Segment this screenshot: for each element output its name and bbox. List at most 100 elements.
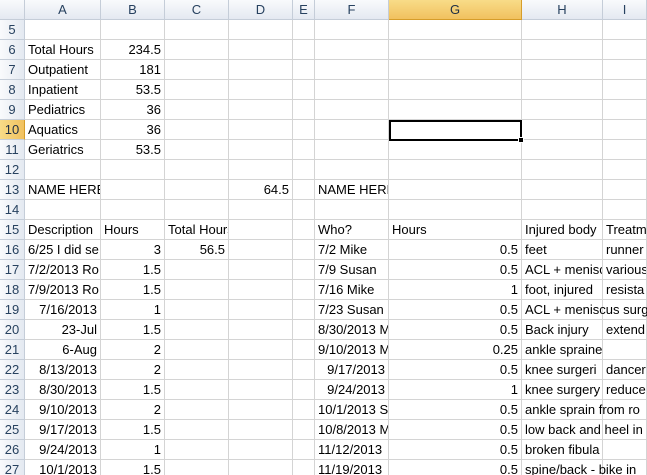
row-header-27[interactable]: 27 — [0, 460, 25, 475]
cell-g26[interactable]: 0.5 — [389, 440, 521, 459]
cell-c16[interactable]: 56.5 — [165, 240, 228, 259]
cell-b23[interactable]: 1.5 — [101, 380, 164, 399]
row-header-17[interactable]: 17 — [0, 260, 25, 280]
cell-f16[interactable]: 7/2 Mike — [315, 240, 388, 259]
row-header-18[interactable]: 18 — [0, 280, 25, 300]
cell-a13[interactable]: NAME HERE — [25, 180, 100, 199]
cell-a11[interactable]: Geriatrics — [25, 140, 100, 159]
row-header-25[interactable]: 25 — [0, 420, 25, 440]
row-header-12[interactable]: 12 — [0, 160, 25, 180]
spreadsheet-grid[interactable]: Total Hours 234.5 Outpatient 181 Inpatient 53… — [0, 0, 647, 475]
cell-b16[interactable]: 3 — [101, 240, 164, 259]
cell-h22[interactable]: knee surgeri — [522, 360, 602, 379]
cell-b21[interactable]: 2 — [101, 340, 164, 359]
row-header-11[interactable]: 11 — [0, 140, 25, 160]
fill-handle[interactable] — [518, 137, 524, 143]
row-header-15[interactable]: 15 — [0, 220, 25, 240]
cell-f20[interactable]: 8/30/2013 M — [315, 320, 388, 339]
cell-a19[interactable]: 7/16/2013 — [25, 300, 100, 319]
cell-f25[interactable]: 10/8/2013 M — [315, 420, 388, 439]
cell-b18[interactable]: 1.5 — [101, 280, 164, 299]
cell-i17[interactable]: various — [603, 260, 646, 279]
cell-f23[interactable]: 9/24/2013 — [315, 380, 388, 399]
row-header-24[interactable]: 24 — [0, 400, 25, 420]
cell-g25[interactable]: 0.5 — [389, 420, 521, 439]
cell-g21[interactable]: 0.25 — [389, 340, 521, 359]
cell-f26[interactable]: 11/12/2013 — [315, 440, 388, 459]
cell-c15[interactable]: Total Hours — [165, 220, 228, 239]
cell-a21[interactable]: 6-Aug — [25, 340, 100, 359]
column-header-f[interactable]: F — [315, 0, 389, 20]
column-header-h[interactable]: H — [522, 0, 603, 20]
cell-a25[interactable]: 9/17/2013 — [25, 420, 100, 439]
row-header-13[interactable]: 13 — [0, 180, 25, 200]
cell-b15[interactable]: Hours — [101, 220, 164, 239]
column-header-g[interactable]: G — [389, 0, 522, 20]
select-all-corner[interactable] — [0, 0, 25, 20]
cell-g23[interactable]: 1 — [389, 380, 521, 399]
cell-g27[interactable]: 0.5 — [389, 460, 521, 475]
cell-g22[interactable]: 0.5 — [389, 360, 521, 379]
cell-h15[interactable]: Injured body — [522, 220, 602, 239]
cell-i22[interactable]: dancer — [603, 360, 646, 379]
cell-i23[interactable]: reduce — [603, 380, 646, 399]
column-header-i[interactable]: I — [603, 0, 647, 20]
cell-b17[interactable]: 1.5 — [101, 260, 164, 279]
column-header-c[interactable]: C — [165, 0, 229, 20]
cell-a18[interactable]: 7/9/2013 Ro — [25, 280, 100, 299]
row-header-8[interactable]: 8 — [0, 80, 25, 100]
column-header-d[interactable]: D — [229, 0, 293, 20]
cell-h18[interactable]: foot, injured — [522, 280, 602, 299]
cell-f24[interactable]: 10/1/2013 S — [315, 400, 388, 419]
cell-g16[interactable]: 0.5 — [389, 240, 521, 259]
cell-h17[interactable]: ACL + menisc — [522, 260, 602, 279]
cell-f27[interactable]: 11/19/2013 — [315, 460, 388, 475]
row-header-23[interactable]: 23 — [0, 380, 25, 400]
cell-a15[interactable]: Description — [25, 220, 100, 239]
cell-f17[interactable]: 7/9 Susan — [315, 260, 388, 279]
cell-g24[interactable]: 0.5 — [389, 400, 521, 419]
row-header-7[interactable]: 7 — [0, 60, 25, 80]
cell-g15[interactable]: Hours — [389, 220, 521, 239]
cell-a6[interactable]: Total Hours — [25, 40, 100, 59]
cell-b8[interactable]: 53.5 — [101, 80, 164, 99]
cell-a10[interactable]: Aquatics — [25, 120, 100, 139]
cell-a16[interactable]: 6/25 I did se — [25, 240, 100, 259]
row-header-26[interactable]: 26 — [0, 440, 25, 460]
row-header-21[interactable]: 21 — [0, 340, 25, 360]
cell-d13[interactable]: 64.5 — [229, 180, 292, 199]
cell-i15[interactable]: Treatm — [603, 220, 646, 239]
cell-g20[interactable]: 0.5 — [389, 320, 521, 339]
cell-f22[interactable]: 9/17/2013 — [315, 360, 388, 379]
cell-a22[interactable]: 8/13/2013 — [25, 360, 100, 379]
cell-h26[interactable]: broken fibula — [522, 440, 602, 459]
cell-a26[interactable]: 9/24/2013 — [25, 440, 100, 459]
cell-h20[interactable]: Back injury — [522, 320, 602, 339]
cell-g17[interactable]: 0.5 — [389, 260, 521, 279]
cell-b19[interactable]: 1 — [101, 300, 164, 319]
cell-b26[interactable]: 1 — [101, 440, 164, 459]
row-header-5[interactable]: 5 — [0, 20, 25, 40]
column-header-a[interactable]: A — [25, 0, 101, 20]
cell-a20[interactable]: 23-Jul — [25, 320, 100, 339]
cell-h21[interactable]: ankle sprained — [522, 340, 602, 359]
cell-a8[interactable]: Inpatient — [25, 80, 100, 99]
cell-b22[interactable]: 2 — [101, 360, 164, 379]
row-header-6[interactable]: 6 — [0, 40, 25, 60]
row-header-22[interactable]: 22 — [0, 360, 25, 380]
cell-a24[interactable]: 9/10/2013 — [25, 400, 100, 419]
cell-h27[interactable]: spine/back - bike in — [522, 460, 636, 475]
cell-b10[interactable]: 36 — [101, 120, 164, 139]
cell-b25[interactable]: 1.5 — [101, 420, 164, 439]
cell-b7[interactable]: 181 — [101, 60, 164, 79]
cell-a27[interactable]: 10/1/2013 — [25, 460, 100, 475]
cell-h16[interactable]: feet — [522, 240, 602, 259]
cell-g18[interactable]: 1 — [389, 280, 521, 299]
cell-h25[interactable]: low back and heel in — [522, 420, 643, 439]
cell-h24[interactable]: ankle sprain from ro — [522, 400, 640, 419]
cell-h23[interactable]: knee surgery — [522, 380, 602, 399]
row-header-14[interactable]: 14 — [0, 200, 25, 220]
cell-b20[interactable]: 1.5 — [101, 320, 164, 339]
cell-b6[interactable]: 234.5 — [101, 40, 164, 59]
cell-f18[interactable]: 7/16 Mike — [315, 280, 388, 299]
